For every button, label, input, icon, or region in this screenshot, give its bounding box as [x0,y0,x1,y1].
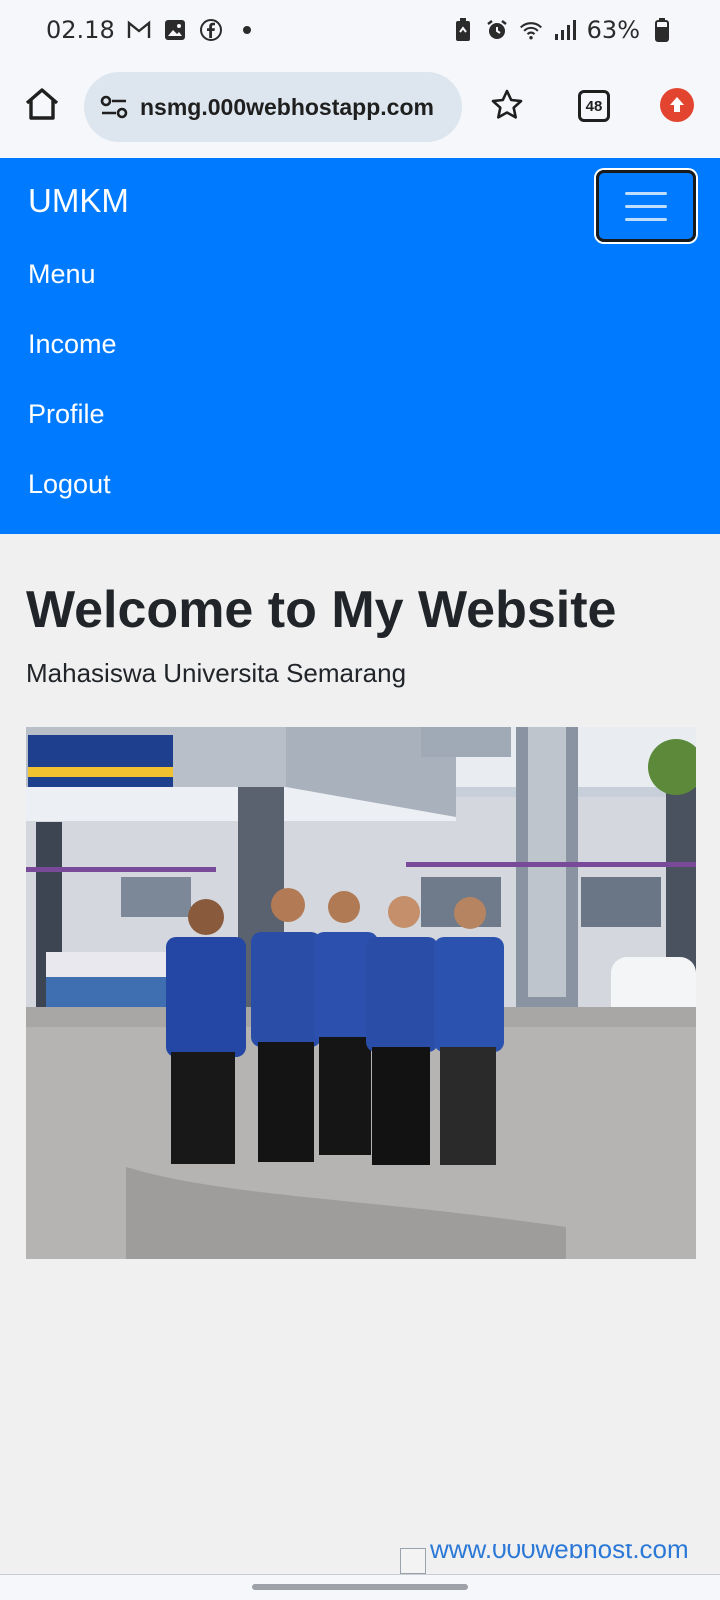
alarm-icon [485,18,509,42]
main-content: Welcome to My Website Mahasiswa Universi… [26,580,696,689]
nav-link-income[interactable]: Income [28,324,117,394]
site-navbar: UMKM Menu Income Profile Logout [0,158,720,534]
webhost-badge-text[interactable]: www.000webhost.com [430,1544,689,1565]
nav-link-profile[interactable]: Profile [28,394,117,464]
group-photo [26,727,696,1259]
hamburger-icon[interactable] [596,170,696,242]
battery-percent: 63% [586,16,640,44]
wifi-icon [519,18,543,42]
battery-icon [650,18,674,42]
nav-link-menu[interactable]: Menu [28,254,117,324]
bookmark-star-icon[interactable] [490,88,524,122]
home-icon[interactable] [22,84,62,124]
update-arrow-icon[interactable] [660,88,694,122]
url-text[interactable]: nsmg.000webhostapp.com [140,94,434,121]
gmail-icon [127,18,151,42]
nav-menu: Menu Income Profile Logout [28,254,117,534]
clock: 02.18 [46,16,115,44]
dot-icon [235,18,259,42]
battery-saver-icon [451,18,475,42]
webhost-badge[interactable]: www.000webhost.com [400,1544,720,1574]
browser-toolbar: nsmg.000webhostapp.com 48 [0,60,720,158]
page-title: Welcome to My Website [26,581,617,639]
site-settings-icon[interactable] [98,91,130,123]
signal-icon [553,18,577,42]
facebook-icon [199,18,223,42]
gesture-handle[interactable] [252,1584,468,1590]
brand-link[interactable]: UMKM [28,182,129,220]
address-bar[interactable]: nsmg.000webhostapp.com [84,72,462,142]
status-bar: 02.18 63% [0,0,720,60]
broken-image-icon [400,1548,426,1574]
gallery-icon [163,18,187,42]
nav-link-logout[interactable]: Logout [28,464,117,534]
tab-switcher-icon[interactable]: 48 [578,90,610,122]
page-subtitle: Mahasiswa Universita Semarang [26,658,407,688]
